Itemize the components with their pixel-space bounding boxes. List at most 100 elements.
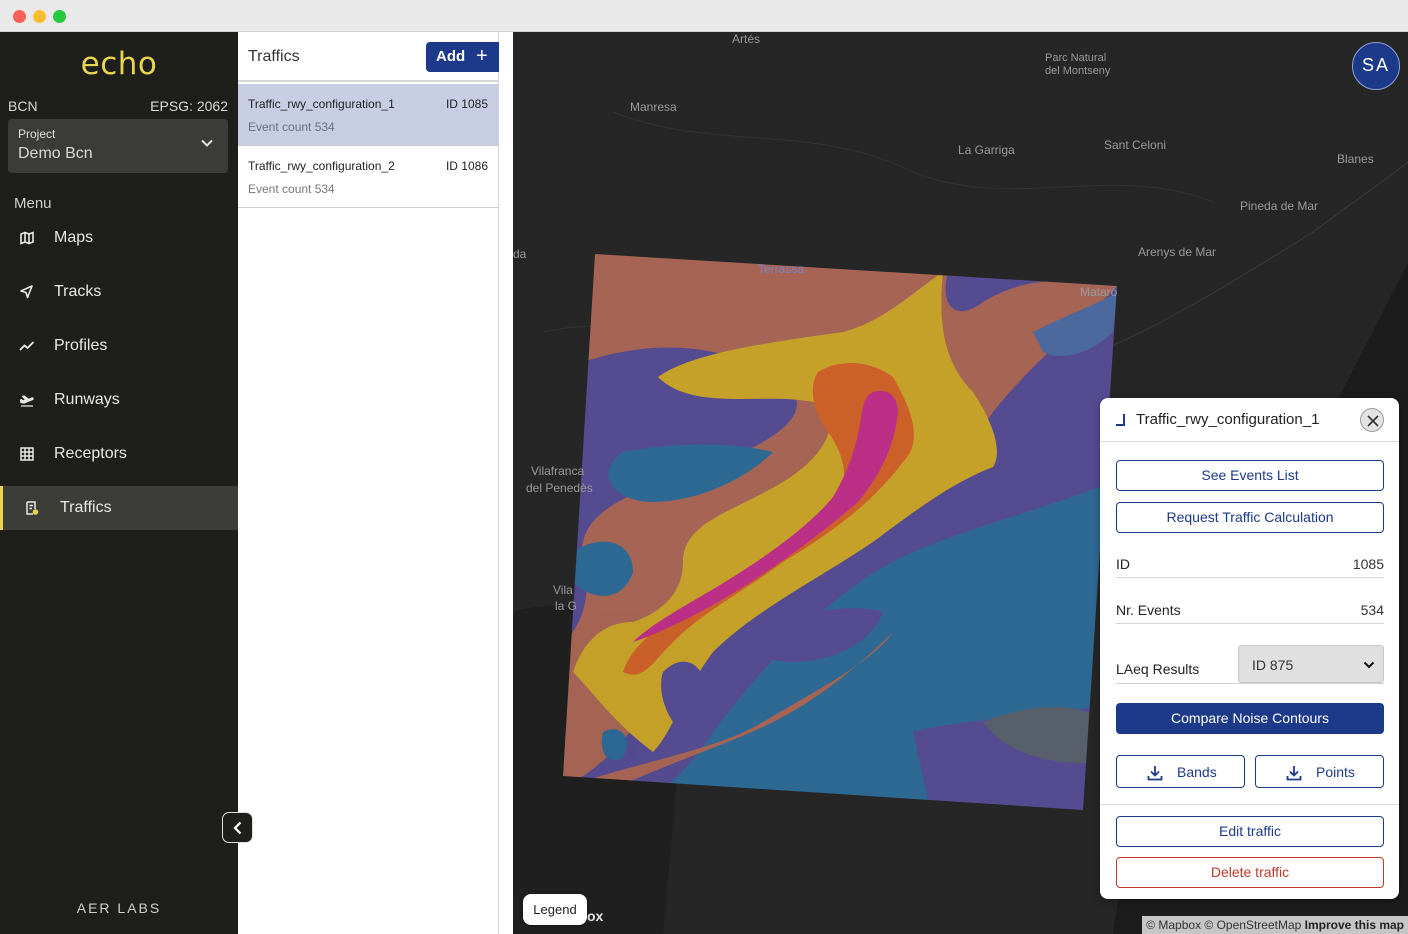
sidebar-item-tracks[interactable]: Tracks xyxy=(0,270,238,314)
sidebar-item-maps[interactable]: Maps xyxy=(0,216,238,260)
sidebar-item-label: Receptors xyxy=(54,445,127,462)
delete-traffic-button[interactable]: Delete traffic xyxy=(1116,857,1384,888)
field-label: ID xyxy=(1116,556,1130,572)
maximize-window-button[interactable] xyxy=(53,10,66,23)
see-events-list-button[interactable]: See Events List xyxy=(1116,460,1384,491)
sidebar-item-label: Maps xyxy=(54,229,94,246)
app-window: echo BCN EPSG: 2062 Project Demo Bcn Men… xyxy=(0,0,1408,934)
map-place-label: Mataró xyxy=(1080,285,1118,299)
map-place-label: Arenys de Mar xyxy=(1138,245,1217,259)
button-label: Bands xyxy=(1177,764,1217,780)
download-icon xyxy=(1147,766,1163,781)
close-window-button[interactable] xyxy=(13,10,26,23)
traffic-list-item[interactable]: Traffic_rwy_configuration_1 ID 1085 Even… xyxy=(238,84,498,146)
project-select[interactable]: Project Demo Bcn xyxy=(8,119,228,173)
traffic-list-item[interactable]: Traffic_rwy_configuration_2 ID 1086 Even… xyxy=(238,146,498,208)
close-icon xyxy=(1367,415,1379,427)
map-place-label: Artés xyxy=(732,32,761,46)
sidebar-item-label: Tracks xyxy=(54,283,102,300)
traffics-panel-header: Traffics Add + xyxy=(238,32,503,82)
field-label: Nr. Events xyxy=(1116,602,1181,618)
traffic-detail-card: Traffic_rwy_configuration_1 See Events L… xyxy=(1100,398,1399,899)
bracket-icon xyxy=(1116,414,1125,426)
sidebar-item-label: Runways xyxy=(54,391,120,408)
card-title: Traffic_rwy_configuration_1 xyxy=(1136,411,1320,428)
mapbox-logo: ox xyxy=(587,908,604,924)
add-button-label: Add xyxy=(436,48,466,65)
edit-traffic-button[interactable]: Edit traffic xyxy=(1116,816,1384,847)
download-points-button[interactable]: Points xyxy=(1255,755,1384,788)
field-value: 534 xyxy=(1360,602,1384,618)
sidebar-item-traffics[interactable]: Traffics xyxy=(0,486,238,530)
legend-button[interactable]: Legend xyxy=(523,894,587,925)
region-code: BCN xyxy=(8,98,38,114)
field-label: LAeq Results xyxy=(1116,661,1200,677)
traffic-event-count: Event count 534 xyxy=(248,120,335,134)
minimize-window-button[interactable] xyxy=(33,10,46,23)
window-titlebar xyxy=(0,0,1408,32)
collapse-sidebar-button[interactable] xyxy=(222,812,253,843)
traffic-name: Traffic_rwy_configuration_2 xyxy=(248,159,395,173)
sidebar-item-label: Profiles xyxy=(54,337,108,354)
card-header: Traffic_rwy_configuration_1 xyxy=(1100,398,1399,442)
sidebar-item-profiles[interactable]: Profiles xyxy=(0,324,238,368)
improve-map-link[interactable]: Improve this map xyxy=(1305,918,1404,932)
traffic-id: ID 1086 xyxy=(445,159,488,173)
sidebar-item-runways[interactable]: Runways xyxy=(0,378,238,422)
events-field: Nr. Events 534 xyxy=(1116,594,1384,624)
map-place-label: Sant Celoni xyxy=(1104,138,1167,152)
map-place-label: Blanes xyxy=(1337,152,1374,166)
map-place-label: la G xyxy=(555,599,578,613)
map-place-label: Manresa xyxy=(630,100,677,114)
company-logo: AER LABS xyxy=(76,900,162,916)
compare-noise-contours-button[interactable]: Compare Noise Contours xyxy=(1116,703,1384,734)
download-bands-button[interactable]: Bands xyxy=(1116,755,1245,788)
plus-icon: + xyxy=(476,45,488,67)
close-card-button[interactable] xyxy=(1360,408,1384,432)
map-place-label: da xyxy=(513,247,527,261)
map-attribution: © Mapbox © OpenStreetMap Improve this ma… xyxy=(1142,916,1408,934)
traffic-event-count: Event count 534 xyxy=(248,182,335,196)
map-place-label: Vila xyxy=(553,583,573,597)
sidebar-item-receptors[interactable]: Receptors xyxy=(0,432,238,476)
traffic-id: ID 1085 xyxy=(445,97,488,111)
chevron-left-icon xyxy=(233,821,242,835)
menu-title: Menu xyxy=(14,195,52,212)
sidebar: echo BCN EPSG: 2062 Project Demo Bcn Men… xyxy=(0,32,238,934)
map-place-label: Vilafranca xyxy=(531,464,585,478)
attribution-text[interactable]: © Mapbox © OpenStreetMap xyxy=(1146,918,1301,932)
app-logo: echo xyxy=(80,46,158,82)
map-place-label: Pineda de Mar xyxy=(1240,199,1319,213)
map-place-label: Terrassa xyxy=(758,262,805,276)
sidebar-item-label: Traffics xyxy=(60,499,112,516)
map-place-label: Parc Natural xyxy=(1045,52,1107,64)
traffics-panel: Traffics Add + Traffic_rwy_configuration… xyxy=(238,32,503,934)
project-value: Demo Bcn xyxy=(18,145,93,162)
airplane-takeoff-icon xyxy=(19,395,34,407)
download-icon xyxy=(1286,766,1302,781)
map-place-label: La Garriga xyxy=(958,143,1015,157)
field-value: 1085 xyxy=(1352,556,1384,572)
map-place-label: del Penedès xyxy=(526,481,593,495)
select-value: ID 875 xyxy=(1252,657,1294,673)
panel-gutter xyxy=(499,32,513,934)
map-icon xyxy=(20,231,34,245)
map-place-label: del Montseny xyxy=(1045,65,1111,77)
add-traffic-button[interactable]: Add + xyxy=(426,42,503,72)
traffic-list-icon xyxy=(26,501,39,515)
panel-title: Traffics xyxy=(248,48,300,65)
navigation-arrow-icon xyxy=(20,285,33,299)
trend-line-icon xyxy=(19,341,35,351)
id-field: ID 1085 xyxy=(1116,548,1384,578)
user-avatar[interactable]: SA xyxy=(1352,42,1400,90)
epsg-code: EPSG: 2062 xyxy=(150,98,228,114)
traffic-name: Traffic_rwy_configuration_1 xyxy=(248,97,395,111)
button-label: Points xyxy=(1316,764,1355,780)
project-label: Project xyxy=(18,127,56,141)
chevron-down-icon xyxy=(1363,661,1375,669)
request-traffic-calculation-button[interactable]: Request Traffic Calculation xyxy=(1116,502,1384,533)
laeq-results-select[interactable]: ID 875 xyxy=(1238,645,1384,683)
card-divider xyxy=(1100,804,1399,805)
chevron-down-icon xyxy=(201,139,213,147)
grid-icon xyxy=(20,447,34,461)
